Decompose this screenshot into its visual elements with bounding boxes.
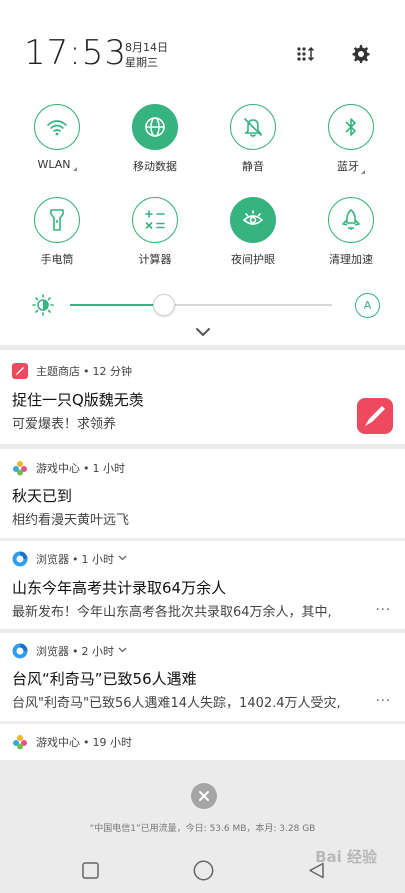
notification-header: 浏览器 • 2 小时 bbox=[12, 643, 127, 659]
game-center-icon bbox=[12, 734, 28, 750]
tile-label: 夜间护眼 bbox=[231, 253, 275, 266]
brightness-slider[interactable] bbox=[70, 304, 332, 306]
data-usage-text: “中国电信1”已用流量，今日: 53.6 MB，本月: 3.28 GB bbox=[89, 824, 316, 834]
eye-care-icon[interactable] bbox=[230, 197, 276, 243]
notification-title: 捉住一只Q版魏无羡 bbox=[12, 391, 144, 409]
notification-time: 1 小时 bbox=[81, 553, 115, 566]
tile-flashlight[interactable]: 手电筒 bbox=[17, 197, 97, 267]
browser-icon bbox=[12, 551, 28, 567]
calculator-icon[interactable] bbox=[132, 197, 178, 243]
tile-label: 清理加速 bbox=[329, 253, 373, 266]
notification-time: 12 分钟 bbox=[92, 365, 133, 378]
notification-header: 游戏中心 • 1 小时 bbox=[12, 460, 125, 476]
tile-eye-care[interactable]: 夜间护眼 bbox=[213, 197, 293, 267]
edit-grid-icon[interactable] bbox=[293, 41, 319, 67]
brightness-icon bbox=[32, 294, 54, 320]
separator-dot: • bbox=[83, 461, 90, 475]
brightness-fill bbox=[70, 304, 165, 306]
weekday-label: 星期三 bbox=[125, 56, 158, 69]
tile-calculator[interactable]: 计算器 bbox=[115, 197, 195, 267]
wifi-icon[interactable] bbox=[34, 104, 80, 150]
notification-time: 1 小时 bbox=[92, 462, 126, 475]
date-label: 8月14日 bbox=[125, 41, 168, 54]
notification-theme-store[interactable]: 主题商店 • 12 分钟 捉住一只Q版魏无羡 可爱爆表！求领养 bbox=[0, 350, 405, 444]
notification-browser-1[interactable]: 浏览器 • 1 小时 山东今年高考共计录取64万余人 最新发布！今年山东高考各批… bbox=[0, 541, 405, 629]
brightness-row: A bbox=[30, 290, 380, 320]
tile-label: 计算器 bbox=[138, 253, 172, 266]
tile-label: 移动数据 bbox=[133, 160, 177, 173]
chevron-down-icon[interactable] bbox=[195, 326, 211, 338]
expand-arrow-icon bbox=[72, 167, 77, 171]
theme-store-large-icon bbox=[357, 398, 393, 438]
quick-settings-panel: 17:53 8月14日 星期三 WLAN 移动数据 静音 蓝牙 手电筒 计算器 … bbox=[0, 0, 405, 345]
app-name: 浏览器 bbox=[36, 553, 69, 566]
notification-game-center-2[interactable]: 游戏中心 • 19 小时 bbox=[0, 724, 405, 760]
globe-icon[interactable] bbox=[132, 104, 178, 150]
app-name: 游戏中心 bbox=[36, 736, 80, 749]
notification-title: 山东今年高考共计录取64万余人 bbox=[12, 579, 227, 597]
brightness-knob[interactable] bbox=[153, 294, 176, 316]
recents-icon[interactable] bbox=[82, 862, 99, 879]
tile-mobile-data[interactable]: 移动数据 bbox=[115, 104, 195, 174]
tile-wlan[interactable]: WLAN bbox=[17, 104, 97, 171]
close-icon bbox=[199, 791, 209, 801]
tile-bluetooth[interactable]: 蓝牙 bbox=[311, 104, 391, 174]
expand-arrow-icon bbox=[361, 170, 365, 174]
browser-icon bbox=[12, 643, 28, 659]
clock: 17:53 bbox=[24, 33, 127, 73]
baidu-watermark: Bai 经验 bbox=[315, 848, 377, 866]
separator-dot: • bbox=[72, 552, 79, 566]
game-center-icon bbox=[12, 460, 28, 476]
separator-dot: • bbox=[83, 364, 90, 378]
notification-body: 相约看漫天黄叶远飞 bbox=[12, 513, 130, 528]
flashlight-icon[interactable] bbox=[34, 197, 80, 243]
notification-game-center[interactable]: 游戏中心 • 1 小时 秋天已到 相约看漫天黄叶远飞 bbox=[0, 449, 405, 538]
tile-label: 蓝牙 bbox=[337, 160, 359, 173]
separator-dot: • bbox=[72, 644, 79, 658]
notification-body: 台风"利奇马"已致56人遇难14人失踪，1402.4万人受灾, bbox=[12, 696, 341, 711]
theme-store-icon bbox=[12, 363, 28, 379]
app-name: 游戏中心 bbox=[36, 462, 80, 475]
tile-label: 静音 bbox=[242, 160, 264, 173]
notification-header: 浏览器 • 1 小时 bbox=[12, 551, 127, 567]
notification-time: 2 小时 bbox=[81, 645, 115, 658]
bell-muted-icon[interactable] bbox=[230, 104, 276, 150]
notification-header: 主题商店 • 12 分钟 bbox=[12, 363, 132, 379]
notification-header: 游戏中心 • 19 小时 bbox=[12, 734, 132, 750]
notification-title: 台风“利奇马”已致56人遇难 bbox=[12, 670, 197, 688]
notification-title: 秋天已到 bbox=[12, 487, 73, 505]
notification-body: 可爱爆表！求领养 bbox=[12, 417, 117, 432]
rocket-icon[interactable] bbox=[328, 197, 374, 243]
date-block: 8月14日 星期三 bbox=[125, 40, 168, 70]
bluetooth-icon[interactable] bbox=[328, 104, 374, 150]
chevron-down-icon[interactable] bbox=[118, 554, 127, 564]
notification-body: 最新发布！今年山东高考各批次共录取64万余人，其中, bbox=[12, 605, 332, 620]
tile-label: 手电筒 bbox=[40, 253, 74, 266]
app-name: 浏览器 bbox=[36, 645, 69, 658]
app-name: 主题商店 bbox=[36, 365, 80, 378]
clear-all-button[interactable] bbox=[191, 783, 217, 809]
notification-time: 19 小时 bbox=[92, 736, 133, 749]
separator-dot: • bbox=[83, 735, 90, 749]
chevron-down-icon[interactable] bbox=[118, 646, 127, 656]
auto-brightness-button[interactable]: A bbox=[355, 293, 380, 318]
tile-clean-boost[interactable]: 清理加速 bbox=[311, 197, 391, 267]
tile-silent[interactable]: 静音 bbox=[213, 104, 293, 174]
home-icon[interactable] bbox=[193, 860, 214, 881]
tile-label: WLAN bbox=[37, 158, 71, 171]
more-ellipsis: ... bbox=[375, 599, 391, 614]
notification-browser-2[interactable]: 浏览器 • 2 小时 台风“利奇马”已致56人遇难 台风"利奇马"已致56人遇难… bbox=[0, 633, 405, 721]
settings-icon[interactable] bbox=[348, 41, 374, 67]
more-ellipsis: ... bbox=[375, 690, 391, 705]
